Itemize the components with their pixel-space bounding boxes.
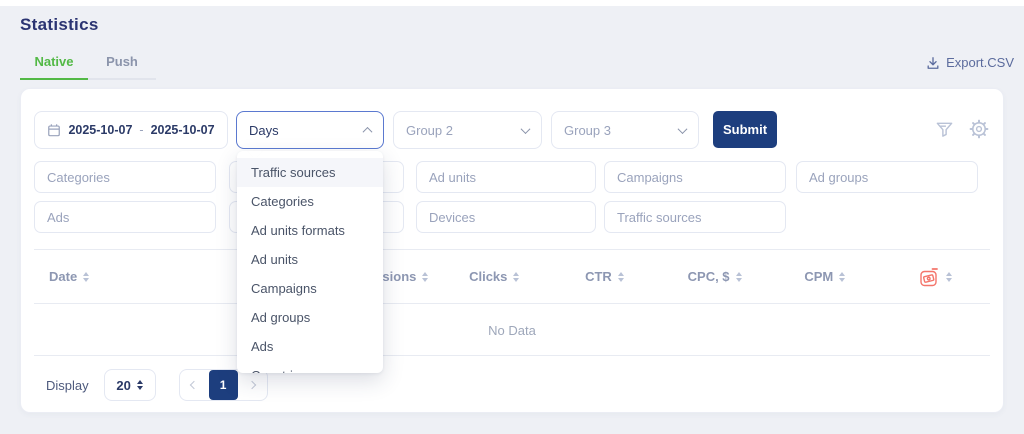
column-label: CPC, $ — [688, 269, 730, 284]
chevron-right-icon — [248, 381, 256, 389]
group3-select[interactable]: Group 3 — [551, 111, 699, 149]
tab-native-label: Native — [34, 54, 73, 69]
chevron-left-icon — [190, 381, 198, 389]
tab-native[interactable]: Native — [20, 54, 88, 80]
top-strip — [0, 0, 1024, 6]
calendar-icon — [47, 123, 61, 137]
updown-icon — [137, 380, 143, 390]
chevron-down-icon — [678, 124, 688, 134]
ads-filter-input[interactable] — [34, 201, 216, 233]
date-from: 2025-10-07 — [68, 123, 132, 137]
column-label: CTR — [585, 269, 612, 284]
chevron-up-icon — [363, 126, 373, 136]
sort-icon — [946, 272, 952, 282]
display-label: Display — [46, 378, 89, 393]
sort-icon — [422, 272, 428, 282]
categories-filter-input[interactable] — [34, 161, 216, 193]
traffic-sources-filter-input[interactable] — [604, 201, 786, 233]
current-page-button[interactable]: 1 — [209, 370, 238, 400]
campaigns-filter-input[interactable] — [604, 161, 786, 193]
column-header-cpc[interactable]: CPC, $ — [660, 269, 770, 284]
group1-value: Days — [249, 123, 279, 138]
devices-filter-input[interactable] — [416, 201, 596, 233]
group1-dropdown-menu: Traffic sources Categories Ad units form… — [237, 151, 383, 373]
sort-icon — [618, 272, 624, 282]
toolbar-icons — [935, 119, 989, 139]
column-header-cpm[interactable]: CPM — [770, 269, 880, 284]
statistics-card: 2025-10-07 - 2025-10-07 Days Group 2 Gro… — [20, 88, 1004, 413]
chevron-down-icon — [521, 124, 531, 134]
dropdown-item-ad-units[interactable]: Ad units — [237, 245, 383, 274]
column-label: CPM — [804, 269, 833, 284]
tab-push[interactable]: Push — [88, 54, 156, 80]
tabs: Native Push — [20, 54, 156, 80]
sort-icon — [839, 272, 845, 282]
download-icon — [926, 56, 940, 70]
sort-icon — [736, 272, 742, 282]
date-range-picker[interactable]: 2025-10-07 - 2025-10-07 — [34, 111, 228, 149]
export-csv-label: Export.CSV — [946, 55, 1014, 70]
dropdown-item-countries-clipped[interactable]: Countries — [237, 361, 383, 373]
date-to: 2025-10-07 — [151, 123, 215, 137]
group2-placeholder: Group 2 — [406, 123, 453, 138]
ad-units-filter-input[interactable] — [416, 161, 596, 193]
current-page-label: 1 — [220, 378, 227, 392]
column-label: Date — [49, 269, 77, 284]
dropdown-item-categories[interactable]: Categories — [237, 187, 383, 216]
dropdown-item-ad-groups[interactable]: Ad groups — [237, 303, 383, 332]
no-data-label: No Data — [488, 323, 536, 338]
page-title: Statistics — [20, 15, 99, 35]
page-size-select[interactable]: 20 — [104, 369, 156, 401]
gear-icon[interactable] — [969, 119, 989, 139]
sort-icon — [83, 272, 89, 282]
table-empty-state: No Data — [34, 305, 990, 356]
group1-select[interactable]: Days — [236, 111, 384, 149]
pagination: 1 — [179, 369, 268, 401]
date-separator: - — [139, 123, 143, 137]
column-header-spend[interactable] — [880, 266, 990, 288]
column-header-clicks[interactable]: Clicks — [439, 269, 549, 284]
table-header: Date Impressions Clicks CTR CPC, $ CPM — [34, 249, 990, 304]
column-label: Clicks — [469, 269, 507, 284]
table-footer: Display 20 1 — [34, 356, 990, 414]
column-header-ctr[interactable]: CTR — [549, 269, 659, 284]
ad-groups-filter-input[interactable] — [796, 161, 978, 193]
prev-page-button[interactable] — [180, 370, 209, 400]
dropdown-item-ad-units-formats[interactable]: Ad units formats — [237, 216, 383, 245]
submit-button[interactable]: Submit — [713, 111, 777, 148]
sort-icon — [513, 272, 519, 282]
group2-select[interactable]: Group 2 — [393, 111, 542, 149]
page-size-value: 20 — [116, 378, 130, 393]
dropdown-item-ads[interactable]: Ads — [237, 332, 383, 361]
spend-money-icon — [918, 266, 940, 288]
group3-placeholder: Group 3 — [564, 123, 611, 138]
dropdown-item-traffic-sources[interactable]: Traffic sources — [237, 158, 383, 187]
dropdown-item-campaigns[interactable]: Campaigns — [237, 274, 383, 303]
next-page-button[interactable] — [238, 370, 267, 400]
filter-funnel-icon[interactable] — [935, 120, 954, 139]
export-csv-button[interactable]: Export.CSV — [926, 55, 1014, 70]
tab-push-label: Push — [106, 54, 138, 69]
